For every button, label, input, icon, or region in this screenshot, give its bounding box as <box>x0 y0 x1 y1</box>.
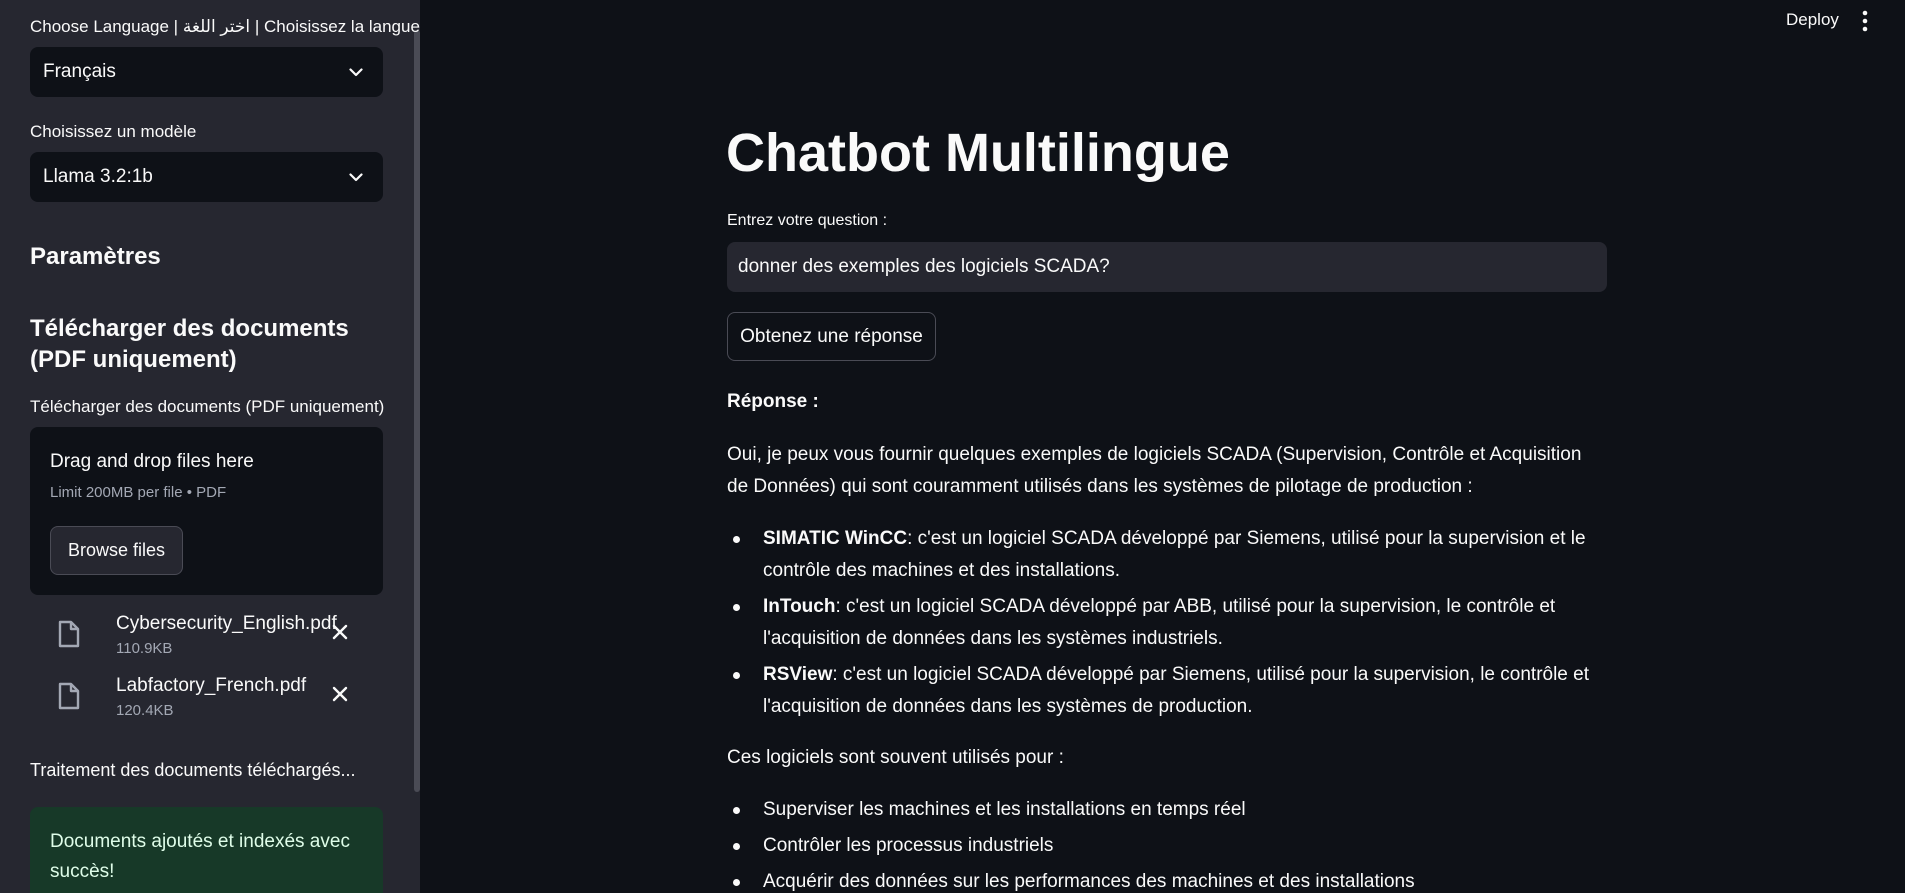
example-desc: : c'est un logiciel SCADA développé par … <box>763 596 1556 649</box>
uploaded-file-item: Labfactory_French.pdf 120.4KB <box>30 674 383 724</box>
example-name: InTouch <box>763 596 836 617</box>
example-desc: : c'est un logiciel SCADA développé par … <box>763 664 1590 717</box>
close-icon[interactable] <box>330 684 350 709</box>
usages-list: Superviser les machines et les installat… <box>727 794 1607 893</box>
file-size: 110.9KB <box>116 640 173 657</box>
get-answer-button[interactable]: Obtenez une réponse <box>727 312 936 361</box>
page-title: Chatbot Multilingue <box>726 123 1230 183</box>
file-icon <box>58 682 80 715</box>
answer-block: Réponse : Oui, je peux vous fournir quel… <box>727 386 1607 893</box>
list-item: Superviser les machines et les installat… <box>727 794 1607 826</box>
chevron-down-icon <box>349 67 363 77</box>
file-name: Cybersecurity_English.pdf <box>116 613 337 634</box>
list-item: Contrôler les processus industriels <box>727 830 1607 862</box>
uploaded-file-item: Cybersecurity_English.pdf 110.9KB <box>30 612 383 662</box>
question-input[interactable] <box>727 242 1607 292</box>
language-select[interactable]: Français <box>30 47 383 97</box>
list-item: RSView: c'est un logiciel SCADA développ… <box>727 659 1607 723</box>
language-label: Choose Language | اختر اللغة | Choisisse… <box>30 17 420 36</box>
more-options-icon[interactable] <box>1862 10 1868 37</box>
answer-intro: Oui, je peux vous fournir quelques exemp… <box>727 444 1582 497</box>
browse-files-button[interactable]: Browse files <box>50 526 183 575</box>
language-select-value: Français <box>43 61 116 82</box>
example-name: SIMATIC WinCC <box>763 528 908 549</box>
chevron-down-icon <box>349 172 363 182</box>
response-label: Réponse : <box>727 391 819 412</box>
file-dropzone[interactable]: Drag and drop files here Limit 200MB per… <box>30 427 383 595</box>
model-select-value: Llama 3.2:1b <box>43 166 153 187</box>
file-icon <box>58 620 80 653</box>
sidebar-scrollbar[interactable] <box>414 30 420 792</box>
processing-text: Traitement des documents téléchargés... <box>30 760 356 780</box>
model-select[interactable]: Llama 3.2:1b <box>30 152 383 202</box>
list-item: Acquérir des données sur les performance… <box>727 866 1607 893</box>
deploy-button[interactable]: Deploy <box>1770 8 1855 34</box>
model-label: Choisissez un modèle <box>30 122 197 141</box>
usage-intro: Ces logiciels sont souvent utilisés pour… <box>727 747 1064 768</box>
params-heading: Paramètres <box>30 243 161 270</box>
list-item: InTouch: c'est un logiciel SCADA dévelop… <box>727 591 1607 655</box>
question-label: Entrez votre question : <box>727 212 888 229</box>
dropzone-limit: Limit 200MB per file • PDF <box>50 484 227 501</box>
examples-list: SIMATIC WinCC : c'est un logiciel SCADA d… <box>727 523 1607 723</box>
sidebar: Choose Language | اختر اللغة | Choisisse… <box>0 0 420 893</box>
close-icon[interactable] <box>330 622 350 647</box>
example-name: RSView <box>763 664 833 685</box>
file-size: 120.4KB <box>116 702 174 719</box>
list-item: SIMATIC WinCC: c'est un logiciel SCADA d… <box>727 523 1607 587</box>
upload-heading: Télécharger des documents (PDF uniquemen… <box>30 315 349 373</box>
upload-label: Télécharger des documents (PDF uniquemen… <box>30 397 385 416</box>
dropzone-title: Drag and drop files here <box>50 451 254 472</box>
success-alert: Documents ajoutés et indexés avec succès… <box>30 807 383 893</box>
file-name: Labfactory_French.pdf <box>116 675 307 696</box>
